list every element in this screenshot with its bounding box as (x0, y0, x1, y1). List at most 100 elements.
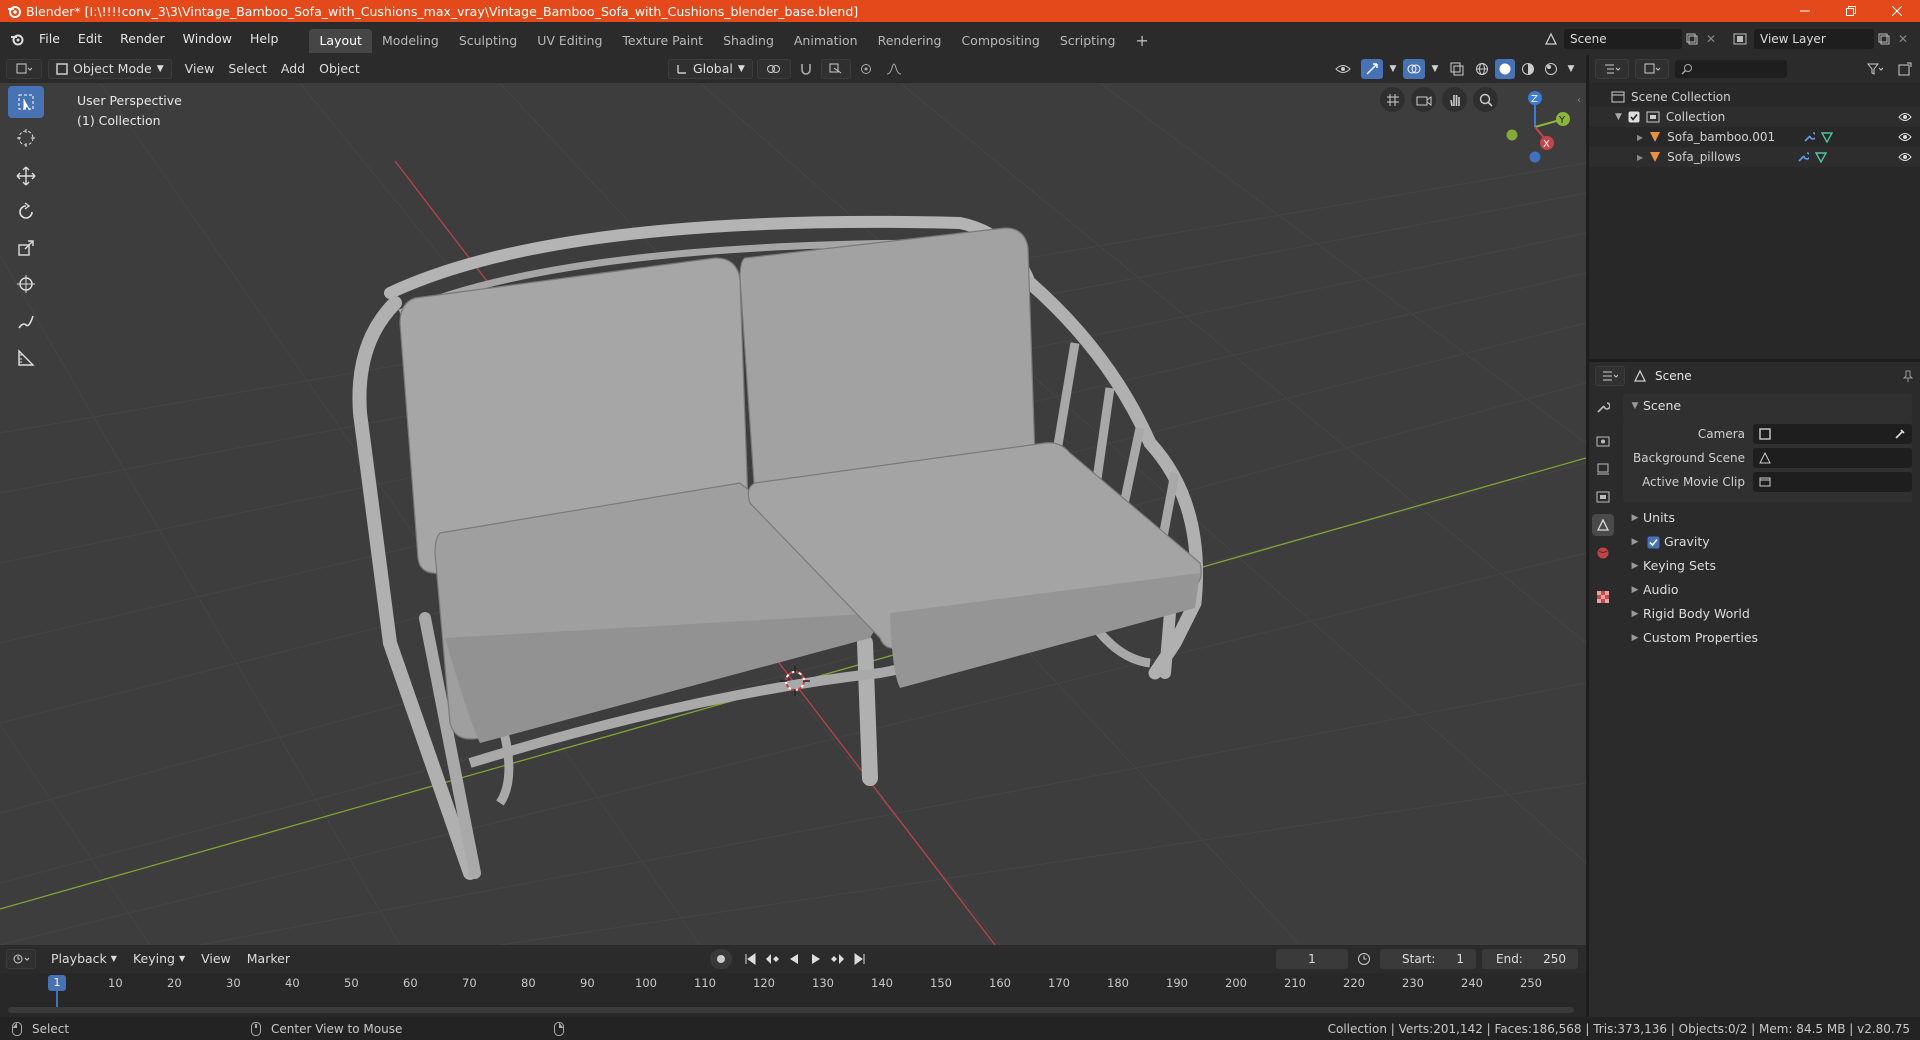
visibility-eye-icon[interactable] (1898, 132, 1912, 142)
outliner-row-sofa-pillows[interactable]: ▶ Sofa_pillows (1589, 147, 1920, 167)
outliner-row-collection[interactable]: ▼ Collection (1589, 107, 1920, 127)
orientation-dropdown[interactable]: Global ▼ (668, 59, 753, 79)
view-layer-tab-icon[interactable] (1592, 486, 1614, 508)
menu-add[interactable]: Add (274, 59, 312, 79)
scene-selector[interactable]: Scene (1564, 28, 1682, 49)
zoom-view-icon[interactable] (1473, 87, 1498, 112)
panel-custom-properties[interactable]: ▶ Custom Properties (1623, 626, 1912, 650)
toggle-view-type-icon[interactable] (1380, 87, 1405, 112)
pivot-point-icon[interactable] (756, 59, 791, 79)
rotate-tool[interactable] (8, 196, 44, 228)
camera-field[interactable] (1753, 424, 1912, 444)
editor-type-icon[interactable] (6, 59, 42, 79)
chevron-down-icon[interactable]: ▼ (1564, 64, 1578, 74)
panel-audio[interactable]: ▶ Audio (1623, 578, 1912, 602)
play-reverse-icon[interactable] (784, 949, 804, 969)
jump-keyframe-forward-icon[interactable] (828, 949, 848, 969)
cursor-tool[interactable] (8, 122, 44, 154)
modifier-wrench-icon[interactable] (1803, 131, 1816, 143)
end-frame-field[interactable]: End: 250 (1482, 949, 1578, 969)
timeline-editor-type-icon[interactable] (6, 949, 36, 969)
solid-shading-icon[interactable] (1495, 59, 1515, 79)
panel-units[interactable]: ▶ Units (1623, 506, 1912, 530)
snap-target-icon[interactable] (820, 59, 851, 79)
active-movie-clip-field[interactable] (1753, 472, 1912, 492)
tab-compositing[interactable]: Compositing (951, 29, 1049, 53)
delete-view-layer-icon[interactable]: ✕ (1894, 32, 1912, 46)
menu-render[interactable]: Render (111, 27, 174, 51)
expand-arrow-icon[interactable]: ▶ (1637, 133, 1643, 142)
rendered-shading-icon[interactable] (1541, 59, 1561, 79)
menu-file[interactable]: File (30, 27, 69, 51)
visibility-eye-icon[interactable] (1898, 152, 1912, 162)
proportional-edit-icon[interactable] (855, 59, 877, 79)
mesh-data-icon[interactable] (1814, 151, 1827, 163)
expand-arrow-icon[interactable]: ▶ (1637, 153, 1643, 162)
mode-dropdown[interactable]: Object Mode ▼ (48, 59, 172, 79)
scale-tool[interactable] (8, 232, 44, 264)
output-tab-icon[interactable] (1592, 458, 1614, 480)
modifier-wrench-icon[interactable] (1797, 151, 1809, 163)
current-frame-field[interactable]: 1 (1276, 949, 1348, 969)
render-tab-icon[interactable] (1592, 430, 1614, 452)
tab-sculpting[interactable]: Sculpting (449, 29, 527, 53)
menu-help[interactable]: Help (241, 27, 288, 51)
snap-icon[interactable] (795, 59, 817, 79)
wireframe-shading-icon[interactable] (1472, 59, 1492, 79)
jump-end-icon[interactable] (850, 949, 870, 969)
gizmo-toggle-icon[interactable] (1361, 59, 1383, 79)
keying-menu[interactable]: Keying ▼ (126, 949, 192, 969)
panel-rigid-body-world[interactable]: ▶ Rigid Body World (1623, 602, 1912, 626)
tab-texture-paint[interactable]: Texture Paint (612, 29, 713, 53)
scene-tab-icon[interactable] (1592, 514, 1614, 536)
transform-tool[interactable] (8, 268, 44, 300)
tab-layout[interactable]: Layout (309, 29, 372, 53)
proportional-falloff-icon[interactable] (881, 59, 907, 79)
material-preview-shading-icon[interactable] (1518, 59, 1538, 79)
select-box-tool[interactable] (8, 86, 44, 118)
close-icon[interactable] (1874, 0, 1920, 22)
scene-icon[interactable] (1538, 32, 1564, 46)
tab-scripting[interactable]: Scripting (1050, 29, 1126, 53)
menu-window[interactable]: Window (174, 27, 241, 51)
menu-object[interactable]: Object (312, 59, 367, 79)
record-button-icon[interactable] (710, 949, 732, 969)
panel-keying-sets[interactable]: ▶ Keying Sets (1623, 554, 1912, 578)
menu-view[interactable]: View (178, 59, 222, 79)
tab-modeling[interactable]: Modeling (372, 29, 449, 53)
jump-keyframe-back-icon[interactable] (762, 949, 782, 969)
outliner-search-input[interactable] (1675, 60, 1787, 78)
outliner-editor-type-icon[interactable] (1595, 59, 1629, 79)
new-view-layer-icon[interactable] (1874, 33, 1894, 45)
restore-icon[interactable] (1828, 0, 1874, 22)
tab-uv-editing[interactable]: UV Editing (527, 29, 612, 53)
mesh-data-icon[interactable] (1821, 131, 1834, 143)
panel-scene[interactable]: ▼ Scene (1623, 394, 1912, 418)
panel-gravity[interactable]: ▶ Gravity (1623, 530, 1912, 554)
blender-menu-icon[interactable] (4, 32, 30, 46)
properties-editor-type-icon[interactable] (1595, 366, 1625, 386)
move-tool[interactable] (8, 160, 44, 192)
sidebar-toggle-icon[interactable]: ‹ (1574, 93, 1584, 107)
start-frame-field[interactable]: Start: 1 (1380, 949, 1476, 969)
eyedropper-icon[interactable] (1894, 428, 1906, 440)
view-layer-icon[interactable] (1726, 33, 1754, 45)
gravity-checkbox[interactable] (1647, 536, 1660, 549)
new-scene-icon[interactable] (1682, 33, 1702, 45)
chevron-down-icon[interactable]: ▼ (1386, 64, 1400, 74)
menu-select[interactable]: Select (221, 59, 274, 79)
tab-animation[interactable]: Animation (784, 29, 868, 53)
xray-toggle-icon[interactable] (1445, 59, 1469, 79)
selectability-visibility-icon[interactable] (1328, 59, 1358, 79)
outliner-row-scene-collection[interactable]: Scene Collection (1589, 87, 1920, 107)
camera-view-icon[interactable] (1411, 87, 1436, 112)
visibility-eye-icon[interactable] (1898, 112, 1912, 122)
world-tab-icon[interactable] (1592, 542, 1614, 564)
tool-settings-tab-icon[interactable] (1592, 396, 1614, 418)
add-workspace-button[interactable]: + (1125, 29, 1158, 53)
pin-icon[interactable] (1902, 370, 1914, 382)
pan-view-icon[interactable] (1442, 87, 1467, 112)
annotate-tool[interactable] (8, 306, 44, 338)
menu-edit[interactable]: Edit (69, 27, 111, 51)
display-mode-icon[interactable] (1635, 59, 1669, 79)
